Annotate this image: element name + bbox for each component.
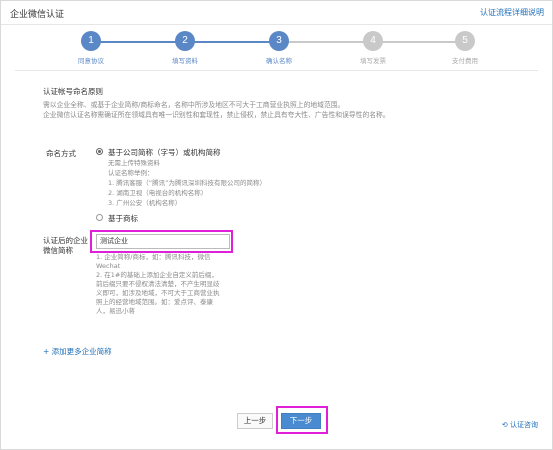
step-label: 填写发票 bbox=[360, 57, 386, 65]
option-trademark-label[interactable]: 基于商标 bbox=[108, 213, 138, 224]
auth-consult-link[interactable]: ⟲ 认证咨询 bbox=[502, 420, 538, 430]
step-invoice: 4 填写发票 bbox=[343, 31, 403, 65]
option-desc-line: 2. 湖南卫视（电视台的机构名称） bbox=[108, 189, 208, 197]
radio-company-short-name[interactable] bbox=[96, 148, 103, 155]
divider bbox=[15, 70, 538, 71]
hint-line: 人，易迅小蒋 bbox=[96, 307, 135, 315]
step-number: 1 bbox=[81, 31, 101, 51]
step-label: 填写资料 bbox=[172, 57, 198, 65]
naming-method-label: 命名方式 bbox=[46, 149, 76, 158]
progress-steps: 1 同意协议 2 填写资料 3 确认名称 4 填写发票 5 支付费用 bbox=[1, 30, 552, 66]
step-label: 确认名称 bbox=[266, 57, 292, 65]
step-number: 4 bbox=[363, 31, 383, 51]
rules-text: 企业微信认证名称需确证所在领域具有唯一识别性和套现性，禁止侵权，禁止具有夸大性、… bbox=[43, 111, 390, 119]
option-company-short-name-label[interactable]: 基于公司简称（字号）或机构简称 bbox=[108, 147, 221, 158]
short-name-label-line: 微信简称 bbox=[43, 246, 73, 255]
step-fill-info: 2 填写资料 bbox=[155, 31, 215, 65]
auth-panel: 企业微信认证 认证流程详细说明 1 同意协议 2 填写资料 3 确认名称 4 填… bbox=[0, 0, 553, 450]
step-confirm-name: 3 确认名称 bbox=[249, 31, 309, 65]
step-number: 2 bbox=[175, 31, 195, 51]
page-title: 企业微信认证 bbox=[10, 10, 65, 20]
short-name-hint: 1. 企业简称/商标，如：腾讯科技，微信 Wechat 2. 在1#的基础上添加… bbox=[96, 253, 246, 316]
radio-trademark[interactable] bbox=[96, 214, 103, 221]
hint-line: 照上的经营地域范围。如：爱点评、泰康 bbox=[96, 298, 213, 306]
hint-line: 2. 在1#的基础上添加企业自定义前后缀， bbox=[96, 271, 218, 279]
option-desc-line: 无需上传特殊资料 bbox=[108, 159, 160, 167]
hint-line: 前后缀只要不侵权清法清楚，不产生明显歧 bbox=[96, 280, 220, 288]
step-number: 5 bbox=[455, 31, 475, 51]
input-highlight bbox=[90, 230, 233, 253]
consult-label: 认证咨询 bbox=[510, 421, 538, 429]
hint-line: 义即可，如涉及地域，不可大于工商营业执 bbox=[96, 289, 220, 297]
option-desc-line: 认证名称举例： bbox=[108, 169, 154, 177]
refresh-icon: ⟲ bbox=[501, 421, 510, 429]
short-name-label: 认证后的企业 微信简称 bbox=[43, 236, 88, 256]
short-name-label-line: 认证后的企业 bbox=[43, 236, 88, 245]
hint-line: 1. 企业简称/商标，如：腾讯科技，微信 bbox=[96, 253, 211, 261]
option-desc-line: 3. 广州公安（机构名称） bbox=[108, 199, 182, 207]
rules-text: 需以企业全称、或基于企业简称/商标命名，名称中所涉及地区不可大于工商营业执照上的… bbox=[43, 101, 345, 109]
rules-heading: 认证帐号命名原则 bbox=[43, 87, 103, 96]
page-header: 企业微信认证 认证流程详细说明 bbox=[1, 1, 552, 25]
naming-rules: 认证帐号命名原则 需以企业全称、或基于企业简称/商标命名，名称中所涉及地区不可大… bbox=[43, 86, 463, 120]
step-number: 3 bbox=[269, 31, 289, 51]
option-desc-line: 1. 腾讯客服（“腾讯”为腾讯深圳科技有限公司的简称） bbox=[108, 179, 267, 187]
prev-step-button[interactable]: 上一步 bbox=[237, 413, 273, 429]
step-label: 同意协议 bbox=[78, 57, 104, 65]
step-agree: 1 同意协议 bbox=[61, 31, 121, 65]
hint-line: Wechat bbox=[96, 262, 121, 270]
add-more-short-names-link[interactable]: + 添加更多企业简称 bbox=[43, 346, 112, 357]
process-help-link[interactable]: 认证流程详细说明 bbox=[480, 7, 544, 18]
step-label: 支付费用 bbox=[452, 57, 478, 65]
button-highlight bbox=[276, 406, 328, 434]
step-payment: 5 支付费用 bbox=[435, 31, 495, 65]
